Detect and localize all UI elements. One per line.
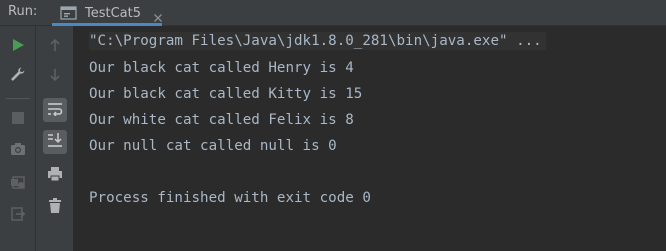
camera-icon: [10, 141, 26, 160]
restore-layout-button[interactable]: [6, 172, 30, 196]
command-line: "C:\Program Files\Java\jdk1.8.0_281\bin\…: [89, 32, 546, 50]
soft-wrap-icon: [47, 101, 63, 120]
restore-layout-icon: [10, 174, 26, 194]
close-icon[interactable]: [153, 8, 163, 22]
settings-wrench-icon: [10, 66, 26, 86]
scroll-to-end-toggle[interactable]: [43, 130, 67, 154]
run-toolbar-left: [0, 26, 36, 251]
screenshot-button[interactable]: [6, 138, 30, 162]
tab-label: TestCat5: [85, 5, 142, 21]
output-line: Our white cat called Felix is 8: [89, 112, 354, 128]
scroll-to-end-icon: [47, 132, 63, 152]
settings-button[interactable]: [6, 64, 30, 88]
toolbar-separator: [6, 98, 30, 99]
rerun-icon: [11, 37, 25, 56]
print-icon: [47, 166, 63, 186]
run-header-bar: Run: TestCat5: [0, 0, 666, 26]
exit-button[interactable]: [6, 204, 30, 228]
run-label: Run:: [8, 4, 38, 19]
exit-icon: [10, 206, 26, 226]
up-arrow-icon: [48, 37, 62, 56]
run-config-icon: [60, 5, 78, 21]
soft-wrap-toggle[interactable]: [43, 98, 67, 122]
trash-icon: [48, 198, 62, 218]
exit-message: Process finished with exit code 0: [89, 190, 371, 206]
console-output[interactable]: "C:\Program Files\Java\jdk1.8.0_281\bin\…: [74, 26, 666, 251]
stop-icon: [12, 109, 24, 128]
run-tool-window: Run: TestCat5 "C:\Program Files\Java\jdk…: [0, 0, 666, 251]
run-toolbar-right: [36, 26, 74, 251]
stop-button[interactable]: [6, 106, 30, 130]
down-arrow-icon: [48, 67, 62, 86]
down-button[interactable]: [43, 64, 67, 88]
output-line: Our null cat called null is 0: [89, 138, 337, 154]
output-line: Our black cat called Henry is 4: [89, 60, 354, 76]
output-line: Our black cat called Kitty is 15: [89, 86, 363, 102]
clear-button[interactable]: [43, 196, 67, 220]
up-button[interactable]: [43, 34, 67, 58]
print-button[interactable]: [43, 164, 67, 188]
rerun-button[interactable]: [6, 34, 30, 58]
